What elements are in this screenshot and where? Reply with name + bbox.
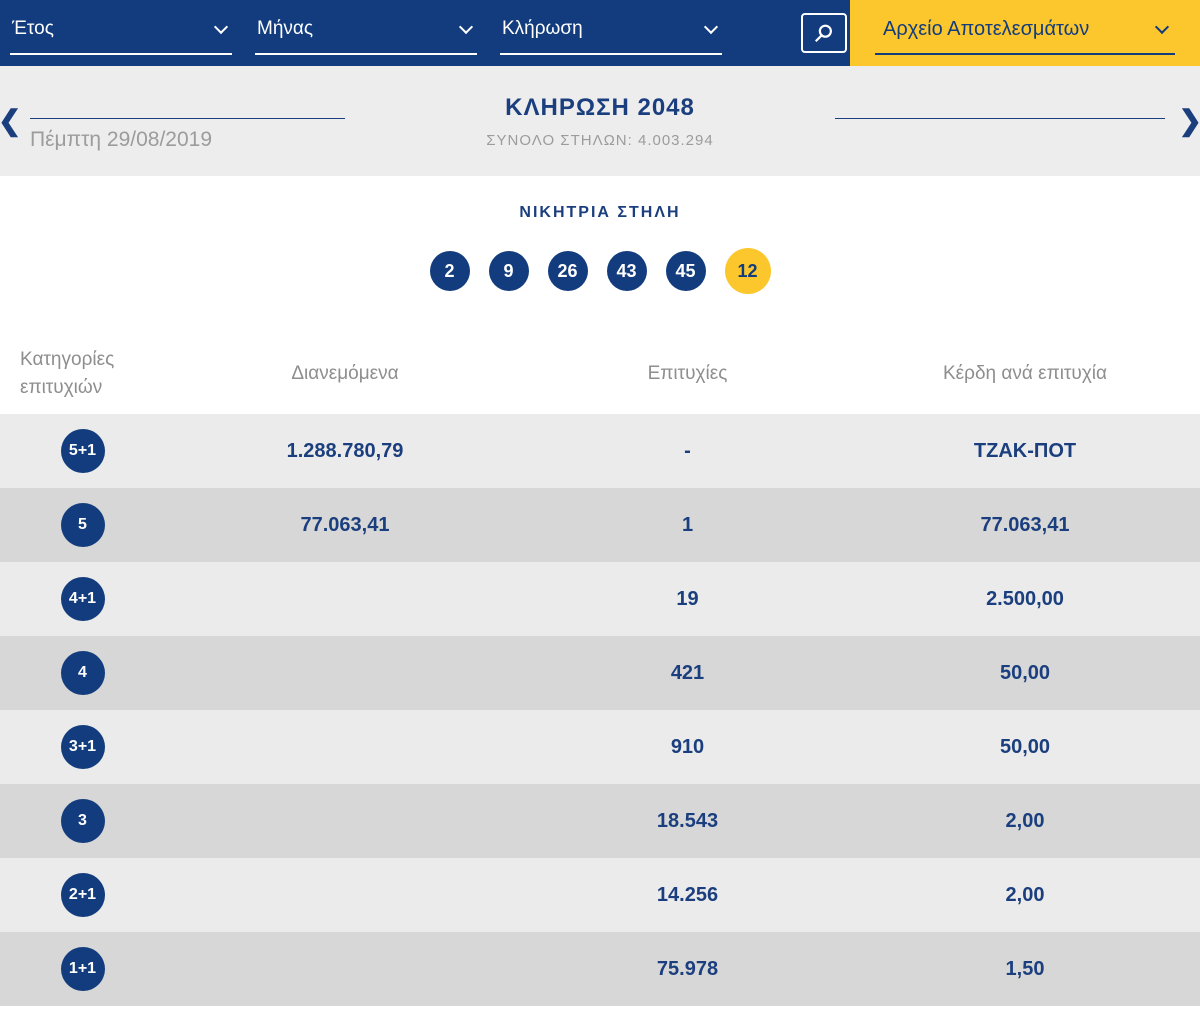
- table-row: 5 77.063,41 1 77.063,41: [0, 488, 1200, 562]
- year-dropdown-label: Έτος: [12, 18, 54, 39]
- draw-dropdown-label: Κλήρωση: [502, 18, 583, 39]
- winning-numbers: 2 9 26 43 45 12: [0, 248, 1200, 294]
- category-badge: 4+1: [60, 577, 105, 621]
- table-row: 1+1 75.978 1,50: [0, 932, 1200, 1006]
- chevron-down-icon: [703, 19, 719, 35]
- category-badge: 2+1: [60, 873, 105, 917]
- winning-column-title: ΝΙΚΗΤΡΙΑ ΣΤΗΛΗ: [519, 204, 681, 221]
- chevron-down-icon: [1154, 19, 1170, 35]
- search-icon: [814, 24, 832, 43]
- prize-table: Κατηγορίες επιτυχιών Διανεμόμενα Επιτυχί…: [0, 334, 1200, 1006]
- header-distributed: Διανεμόμενα: [291, 363, 399, 384]
- joker-number-ball: 12: [724, 248, 771, 294]
- prize-value: 2,00: [1005, 883, 1045, 906]
- archive-dropdown-label: Αρχείο Αποτελεσμάτων: [883, 17, 1090, 40]
- header-categories: Κατηγορίες επιτυχιών: [20, 348, 115, 399]
- distributed-value: 77.063,41: [300, 513, 390, 536]
- winners-value: -: [684, 439, 691, 462]
- archive-panel: Αρχείο Αποτελεσμάτων: [850, 0, 1200, 66]
- total-columns-label: ΣΥΝΟΛΟ ΣΤΗΛΩΝ: 4.003.294: [486, 132, 714, 149]
- winning-number-ball: 9: [488, 251, 529, 291]
- winners-value: 19: [676, 587, 699, 610]
- chevron-down-icon: [458, 19, 474, 35]
- archive-results-dropdown[interactable]: Αρχείο Αποτελεσμάτων: [875, 11, 1175, 55]
- winning-column-section: ΝΙΚΗΤΡΙΑ ΣΤΗΛΗ 2 9 26 43 45 12: [0, 176, 1200, 334]
- prize-value: ΤΖΑΚ-ΠΟΤ: [973, 439, 1077, 462]
- search-button[interactable]: [801, 13, 847, 53]
- table-header-row: Κατηγορίες επιτυχιών Διανεμόμενα Επιτυχί…: [0, 334, 1200, 414]
- divider: [835, 118, 1165, 119]
- prize-value: 1,50: [1005, 957, 1045, 980]
- table-row: 4 421 50,00: [0, 636, 1200, 710]
- filter-bar: Έτος Μήνας Κλήρωση Αρχείο Αποτελεσμάτων: [0, 0, 1200, 66]
- winners-value: 421: [670, 661, 705, 684]
- next-draw-button[interactable]: ❯: [1179, 107, 1200, 135]
- winning-number-ball: 2: [429, 251, 470, 291]
- table-body: 5+1 1.288.780,79 - ΤΖΑΚ-ΠΟΤ 5 77.063,41 …: [0, 414, 1200, 1006]
- chevron-down-icon: [213, 19, 229, 35]
- category-badge: 1+1: [60, 947, 105, 991]
- winners-value: 18.543: [656, 809, 719, 832]
- distributed-value: 1.288.780,79: [286, 439, 404, 462]
- draw-dropdown[interactable]: Κλήρωση: [500, 11, 722, 55]
- winners-value: 75.978: [656, 957, 719, 980]
- prize-value: 2,00: [1005, 809, 1045, 832]
- winning-number-ball: 26: [547, 251, 588, 291]
- prize-value: 50,00: [999, 735, 1051, 758]
- month-dropdown[interactable]: Μήνας: [255, 11, 477, 55]
- table-row: 3 18.543 2,00: [0, 784, 1200, 858]
- winning-number-ball: 45: [665, 251, 706, 291]
- table-row: 3+1 910 50,00: [0, 710, 1200, 784]
- table-row: 4+1 19 2.500,00: [0, 562, 1200, 636]
- winning-number-ball: 43: [606, 251, 647, 291]
- draw-title-group: ΚΛΗΡΩΣΗ 2048 ΣΥΝΟΛΟ ΣΤΗΛΩΝ: 4.003.294: [0, 94, 1200, 149]
- table-row: 5+1 1.288.780,79 - ΤΖΑΚ-ΠΟΤ: [0, 414, 1200, 488]
- header-winners: Επιτυχίες: [647, 363, 728, 384]
- prize-value: 77.063,41: [980, 513, 1070, 536]
- winners-value: 910: [670, 735, 705, 758]
- header-prize-per-winner: Κέρδη ανά επιτυχία: [943, 363, 1107, 384]
- year-dropdown[interactable]: Έτος: [10, 11, 232, 55]
- winners-value: 1: [681, 513, 694, 536]
- filter-group: Έτος Μήνας Κλήρωση: [0, 0, 745, 66]
- category-badge: 3: [60, 799, 105, 843]
- category-badge: 3+1: [60, 725, 105, 769]
- prize-value: 50,00: [999, 661, 1051, 684]
- winners-value: 14.256: [656, 883, 719, 906]
- table-row: 2+1 14.256 2,00: [0, 858, 1200, 932]
- month-dropdown-label: Μήνας: [257, 18, 314, 39]
- category-badge: 4: [60, 651, 105, 695]
- draw-header-band: ❮ Πέμπτη 29/08/2019 ΚΛΗΡΩΣΗ 2048 ΣΥΝΟΛΟ …: [0, 66, 1200, 176]
- category-badge: 5+1: [60, 429, 105, 473]
- prize-value: 2.500,00: [986, 587, 1064, 610]
- category-badge: 5: [60, 503, 105, 547]
